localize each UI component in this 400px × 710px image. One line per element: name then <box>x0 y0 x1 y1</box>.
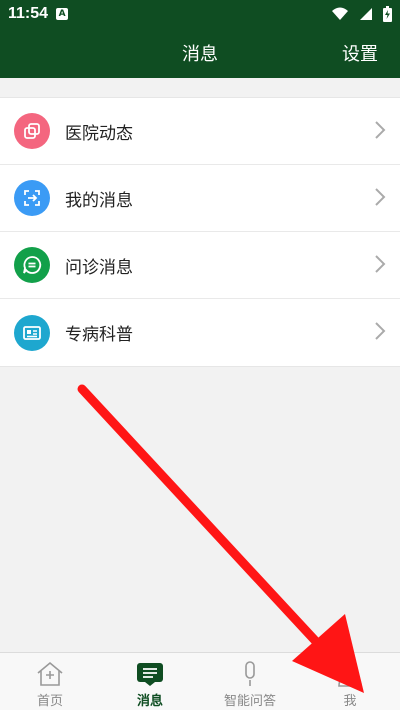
page-title: 消息 <box>182 44 218 65</box>
a-icon: A <box>56 8 69 20</box>
menu-item-my-messages[interactable]: 我的消息 <box>0 165 400 232</box>
nav-item-messages[interactable]: 消息 <box>100 653 200 710</box>
news-card-icon <box>14 314 50 351</box>
nav-label: 我 <box>343 694 357 709</box>
signal-icon <box>360 8 372 20</box>
menu-item-label: 专病科普 <box>65 325 133 345</box>
chevron-right-icon <box>375 255 386 273</box>
chevron-right-icon <box>375 188 386 206</box>
message-category-list: 医院动态 我的消息 问诊消息 专病科普 <box>0 97 400 367</box>
nav-label: 首页 <box>36 694 63 709</box>
battery-icon <box>383 6 392 22</box>
app-header: 消息 设置 <box>0 28 400 78</box>
nav-item-home[interactable]: 首页 <box>0 653 100 710</box>
status-icons <box>331 6 392 22</box>
bottom-nav: 首页 消息 智能问答 我 <box>0 652 400 710</box>
menu-item-disease-science[interactable]: 专病科普 <box>0 299 400 366</box>
message-icon <box>137 663 163 686</box>
nav-label: 智能问答 <box>223 694 276 709</box>
nav-item-smart-qa[interactable]: 智能问答 <box>200 653 300 710</box>
microphone-icon <box>245 661 255 686</box>
wifi-icon <box>332 7 348 20</box>
menu-item-hospital-news[interactable]: 医院动态 <box>0 98 400 165</box>
person-icon <box>338 662 362 687</box>
nav-item-me[interactable]: 我 <box>300 653 400 710</box>
status-bar: 11:54 A <box>0 0 400 28</box>
menu-item-label: 我的消息 <box>65 190 133 211</box>
status-time: 11:54 <box>8 5 49 22</box>
menu-item-label: 问诊消息 <box>65 257 133 278</box>
chat-bubble-icon <box>14 247 50 283</box>
scan-arrow-icon <box>14 180 50 216</box>
menu-item-consultation-messages[interactable]: 问诊消息 <box>0 232 400 299</box>
nav-label: 消息 <box>136 694 163 709</box>
copy-squares-icon <box>14 113 50 149</box>
chevron-right-icon <box>375 121 386 139</box>
menu-item-label: 医院动态 <box>65 123 133 144</box>
chevron-right-icon <box>375 322 386 340</box>
settings-button[interactable]: 设置 <box>342 40 378 66</box>
home-icon <box>37 661 63 686</box>
